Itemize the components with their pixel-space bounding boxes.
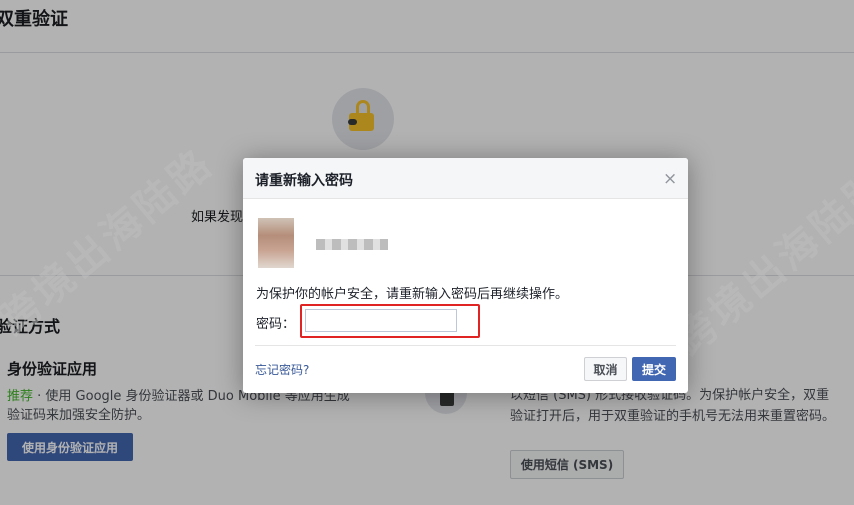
- close-icon[interactable]: ×: [663, 169, 677, 189]
- password-input[interactable]: [305, 309, 457, 332]
- blurred-username: [316, 239, 388, 250]
- reenter-password-dialog: 请重新输入密码 × 为保护你的帐户安全，请重新输入密码后再继续操作。 密码： 忘…: [243, 158, 688, 393]
- dialog-title: 请重新输入密码: [255, 173, 353, 189]
- cancel-button[interactable]: 取消: [584, 357, 627, 381]
- dialog-header: 请重新输入密码 ×: [243, 158, 688, 199]
- password-label: 密码：: [256, 317, 296, 332]
- avatar: [258, 218, 294, 268]
- dialog-prompt: 为保护你的帐户安全，请重新输入密码后再继续操作。: [256, 287, 569, 302]
- submit-button[interactable]: 提交: [632, 357, 676, 381]
- dialog-divider: [255, 345, 676, 346]
- forgot-password-link[interactable]: 忘记密码?: [255, 361, 309, 378]
